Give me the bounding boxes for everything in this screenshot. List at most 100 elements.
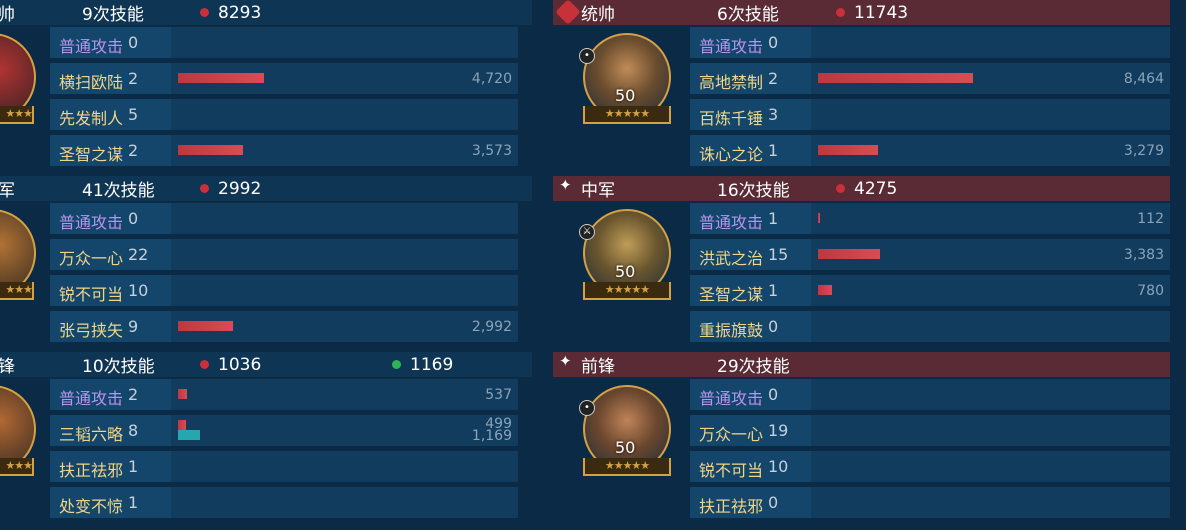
general-header: ✦ 中军 16次技能 4275 xyxy=(553,176,1170,201)
role-text: 军 xyxy=(0,181,15,201)
skill-count: 0 xyxy=(768,493,779,512)
skill-count: 22 xyxy=(128,245,149,264)
damage-bar xyxy=(178,73,264,83)
damage-value: 8293 xyxy=(218,2,262,23)
general-level: 50 xyxy=(615,86,636,105)
damage-value: 4275 xyxy=(854,178,898,199)
skill-cast-count: 41次技能 xyxy=(82,181,155,201)
skill-count: 1 xyxy=(768,141,779,160)
skill-count: 5 xyxy=(128,105,139,124)
damage-total: 2992 xyxy=(200,179,261,199)
damage-bar xyxy=(818,145,878,155)
damage-total: 1036 xyxy=(200,355,261,375)
skill-count: 2 xyxy=(128,69,139,88)
skill-label-cell: 张弓挟矢 xyxy=(50,311,171,342)
general-header: 帅 9次技能 8293 xyxy=(0,0,532,25)
heal-dot-icon xyxy=(392,359,401,369)
skill-label-cell: 普通攻击 xyxy=(50,379,171,410)
skill-row: 锐不可当 10 xyxy=(690,451,1170,482)
general-header: 锋 10次技能 1036 1169 xyxy=(0,352,532,377)
skill-count: 1 xyxy=(768,281,779,300)
general-header: 军 41次技能 2992 xyxy=(0,176,532,201)
star-rating: ★★★★★ xyxy=(583,106,671,124)
skill-name: 圣智之谋 xyxy=(59,145,124,164)
damage-bar xyxy=(178,420,186,430)
skill-cast-count: 29次技能 xyxy=(717,357,790,377)
damage-value: 3,383 xyxy=(1123,247,1164,263)
role-label: 统帅 xyxy=(555,0,615,25)
star-rating: ★★★★★ xyxy=(583,282,671,300)
skill-label-cell: 普通攻击 xyxy=(690,379,811,410)
commander-emblem-icon xyxy=(555,0,581,25)
skill-name: 普通攻击 xyxy=(59,389,124,408)
skill-label-cell: 百炼千锤 xyxy=(690,99,811,130)
skill-row: 百炼千锤 3 xyxy=(690,99,1170,130)
damage-bar xyxy=(818,285,832,295)
sparkle-icon: ✦ xyxy=(559,176,572,194)
skill-name: 普通攻击 xyxy=(699,389,764,408)
skill-name: 普通攻击 xyxy=(699,37,764,56)
damage-value: 780 xyxy=(1137,283,1164,299)
heal-bar xyxy=(178,430,200,440)
general-header: ✦ 前锋 29次技能 xyxy=(553,352,1170,377)
damage-total: 11743 xyxy=(836,3,908,23)
skill-count: 0 xyxy=(768,33,779,52)
skill-row: 普通攻击 1 112 xyxy=(690,203,1170,234)
role-text: 帅 xyxy=(0,5,15,25)
damage-dot-icon xyxy=(200,183,209,193)
skill-label-cell: 圣智之谋 xyxy=(50,135,171,166)
skill-name: 三韬六略 xyxy=(59,425,124,444)
skill-count: 0 xyxy=(128,209,139,228)
role-label: 帅 xyxy=(0,0,15,25)
damage-value: 1036 xyxy=(218,354,262,375)
damage-total: 4275 xyxy=(836,179,897,199)
damage-value: 3,279 xyxy=(1123,143,1164,159)
skill-count: 10 xyxy=(768,457,789,476)
skill-name: 扶正祛邪 xyxy=(59,461,124,480)
skill-row: 锐不可当 10 xyxy=(50,275,518,306)
damage-bar xyxy=(178,321,233,331)
skill-row: 普通攻击 0 xyxy=(690,27,1170,58)
skill-row: 诛心之论 1 3,279 xyxy=(690,135,1170,166)
helmet-badge-icon: • xyxy=(579,48,595,64)
skill-name: 扶正祛邪 xyxy=(699,497,764,516)
skill-name: 万众一心 xyxy=(59,249,124,268)
skill-label-cell: 诛心之论 xyxy=(690,135,811,166)
star-rating: ★★★ xyxy=(0,282,34,300)
damage-value: 537 xyxy=(485,387,512,403)
skill-name: 普通攻击 xyxy=(59,37,124,56)
skill-count: 2 xyxy=(128,141,139,160)
skill-count: 1 xyxy=(128,457,139,476)
skill-count: 10 xyxy=(128,281,149,300)
skill-name: 锐不可当 xyxy=(699,461,764,480)
skill-name: 洪武之治 xyxy=(699,249,764,268)
skill-count: 9 xyxy=(128,317,139,336)
star-rating: ★★★ xyxy=(0,106,34,124)
skill-cast-count: 9次技能 xyxy=(82,5,144,25)
skill-name: 百炼千锤 xyxy=(699,109,764,128)
role-text: 中军 xyxy=(581,181,615,201)
general-level: 50 xyxy=(615,262,636,281)
damage-dot-icon xyxy=(200,7,209,17)
general-header: 统帅 6次技能 11743 xyxy=(553,0,1170,25)
damage-bar xyxy=(818,73,973,83)
skill-row: 普通攻击 2 537 xyxy=(50,379,518,410)
damage-dot-icon xyxy=(200,359,209,369)
skill-count: 8 xyxy=(128,421,139,440)
skill-label-cell: 扶正祛邪 xyxy=(50,451,171,482)
skill-cast-count: 16次技能 xyxy=(717,181,790,201)
skill-row: 张弓挟矢 9 2,992 xyxy=(50,311,518,342)
skill-row: 万众一心 19 xyxy=(690,415,1170,446)
star-rating: ★★★ xyxy=(0,458,34,476)
skill-row: 横扫欧陆 2 4,720 xyxy=(50,63,518,94)
damage-value: 2992 xyxy=(218,178,262,199)
skill-row: 普通攻击 0 xyxy=(50,203,518,234)
heal-value: 1169 xyxy=(410,354,454,375)
skill-count: 3 xyxy=(768,105,779,124)
skill-label-cell: 三韬六略 xyxy=(50,415,171,446)
damage-value: 11743 xyxy=(854,2,909,23)
skill-label-cell: 横扫欧陆 xyxy=(50,63,171,94)
skill-label-cell: 扶正祛邪 xyxy=(690,487,811,518)
skill-name: 横扫欧陆 xyxy=(59,73,124,92)
skill-label-cell: 圣智之谋 xyxy=(690,275,811,306)
